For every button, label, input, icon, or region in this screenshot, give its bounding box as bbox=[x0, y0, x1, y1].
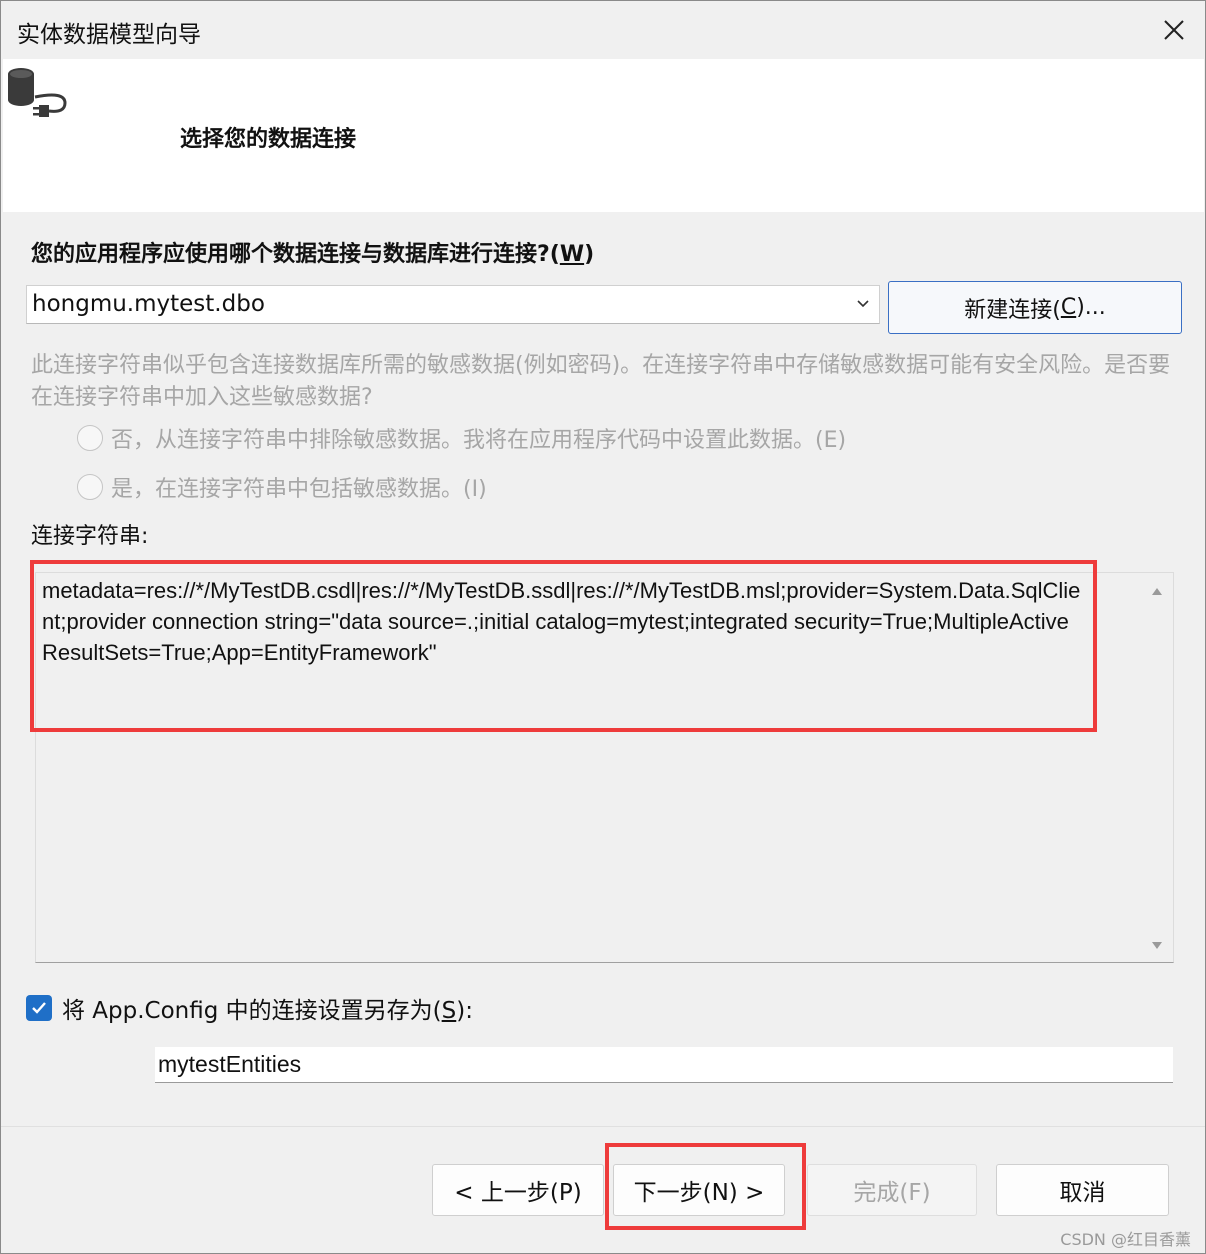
radio-exclude-label: 否，从连接字符串中排除敏感数据。我将在应用程序代码中设置此数据。(E) bbox=[111, 428, 847, 453]
new-connection-button[interactable]: 新建连接(C)... bbox=[888, 281, 1182, 334]
connection-select[interactable]: hongmu.mytest.dbo bbox=[26, 285, 880, 324]
save-config-label: 将 App.Config 中的连接设置另存为(S): bbox=[62, 998, 473, 1024]
radio-include-label: 是，在连接字符串中包括敏感数据。(I) bbox=[111, 477, 487, 502]
scroll-up-icon[interactable] bbox=[1151, 587, 1163, 597]
connection-string-box[interactable]: metadata=res://*/MyTestDB.csdl|res://*/M… bbox=[35, 572, 1174, 963]
back-button[interactable]: < 上一步(P) bbox=[432, 1164, 604, 1216]
page-title: 选择您的数据连接 bbox=[180, 127, 357, 152]
entity-name-input[interactable] bbox=[155, 1047, 1173, 1083]
close-icon bbox=[1164, 20, 1184, 40]
save-config-checkbox[interactable] bbox=[26, 995, 52, 1021]
next-button[interactable]: 下一步(N) > bbox=[613, 1164, 785, 1216]
chevron-down-icon bbox=[857, 300, 869, 308]
cancel-button[interactable]: 取消 bbox=[996, 1164, 1169, 1216]
sensitive-data-warning: 此连接字符串似乎包含连接数据库所需的敏感数据(例如密码)。在连接字符串中存储敏感… bbox=[31, 353, 1171, 410]
vertical-scrollbar[interactable] bbox=[1141, 573, 1173, 962]
radio-button[interactable] bbox=[77, 474, 103, 500]
checkmark-icon bbox=[32, 1002, 46, 1014]
radio-button[interactable] bbox=[77, 425, 103, 451]
window-title: 实体数据模型向导 bbox=[17, 22, 201, 48]
radio-include-sensitive[interactable]: 是，在连接字符串中包括敏感数据。(I) bbox=[77, 471, 487, 503]
connection-select-value: hongmu.mytest.dbo bbox=[32, 291, 265, 317]
scroll-down-icon[interactable] bbox=[1151, 940, 1163, 950]
close-button[interactable] bbox=[1151, 7, 1197, 53]
database-plug-icon bbox=[8, 68, 67, 117]
title-bar: 实体数据模型向导 bbox=[1, 1, 1205, 59]
watermark: CSDN @红目香薰 bbox=[1060, 1230, 1191, 1249]
connection-string-label: 连接字符串: bbox=[31, 524, 149, 549]
finish-button[interactable]: 完成(F) bbox=[807, 1164, 977, 1216]
wizard-window: 实体数据模型向导 选择您的数据连接 您的应用程序应使用哪个数据连接与数据库进行连… bbox=[0, 0, 1206, 1254]
connection-question: 您的应用程序应使用哪个数据连接与数据库进行连接?(W) bbox=[31, 242, 595, 267]
radio-exclude-sensitive[interactable]: 否，从连接字符串中排除敏感数据。我将在应用程序代码中设置此数据。(E) bbox=[77, 422, 846, 454]
connection-string-text[interactable]: metadata=res://*/MyTestDB.csdl|res://*/M… bbox=[42, 575, 1082, 668]
wizard-header: 选择您的数据连接 bbox=[3, 59, 1204, 212]
save-config-checkbox-row[interactable]: 将 App.Config 中的连接设置另存为(S): bbox=[26, 991, 473, 1025]
